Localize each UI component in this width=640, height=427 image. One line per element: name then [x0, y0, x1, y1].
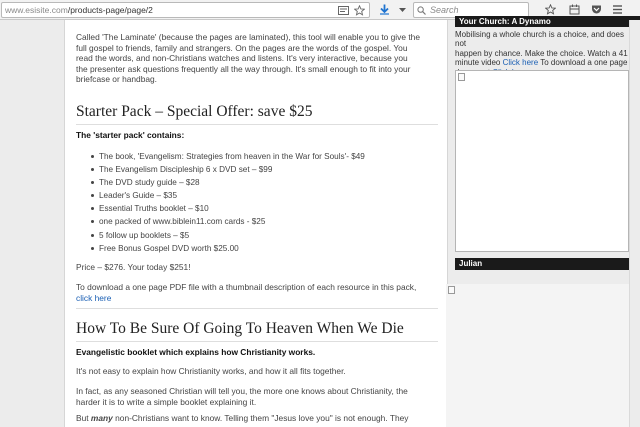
video-click-here-link[interactable]: Click here	[503, 58, 539, 67]
url-path: /products-page/page/2	[67, 5, 153, 15]
download-text: To download a one page PDF file with a t…	[76, 282, 417, 292]
list-item: Free Bonus Gospel DVD worth $25.00	[91, 242, 365, 255]
list-item: Essential Truths booklet – $10	[91, 202, 365, 215]
search-placeholder: Search	[430, 5, 459, 15]
download-paragraph: To download a one page PDF file with a t…	[76, 282, 416, 303]
heaven-heading: How To Be Sure Of Going To Heaven When W…	[76, 320, 404, 337]
menu-icon[interactable]	[612, 4, 623, 15]
heaven-paragraph-1: It's not easy to explain how Christianit…	[76, 366, 346, 376]
pocket-icon[interactable]	[591, 4, 602, 15]
video-thumbnail[interactable]	[455, 70, 629, 252]
heaven-paragraph-2: In fact, as any seasoned Christian will …	[76, 386, 408, 407]
intro-line: read the words, and non-Christians watch…	[76, 53, 408, 64]
sidebar-line: happen by chance. Make the choice. Watch…	[455, 48, 628, 58]
broken-image-icon	[448, 286, 455, 294]
paragraph-text: But	[76, 413, 91, 423]
julian-image	[446, 284, 629, 427]
intro-line: briefcase or handbag.	[76, 74, 158, 85]
page-scrollbar[interactable]	[629, 20, 640, 427]
heaven-subheading: Evangelistic booklet which explains how …	[76, 347, 316, 357]
sidebar: Your Church: A Dynamo Mobilising a whole…	[446, 16, 640, 427]
emphasis-text: many	[90, 413, 113, 423]
main-content: Called 'The Laminate' (because the pages…	[64, 20, 448, 427]
heaven-paragraph-3: But many non-Christians want to know. Te…	[76, 413, 408, 424]
address-bar[interactable]: www.esisite.com/products-page/page/2	[1, 2, 370, 18]
starter-pack-subheading: The 'starter pack' contains:	[76, 130, 185, 140]
heading-divider	[76, 341, 438, 342]
download-icon[interactable]	[379, 4, 390, 15]
list-item: one packed of www.biblein11.com cards - …	[91, 215, 365, 228]
heading-divider	[76, 124, 438, 125]
paragraph-text: non-Christians want to know. Telling the…	[112, 413, 409, 423]
widget-title-dynamo: Your Church: A Dynamo	[455, 16, 640, 27]
library-icon[interactable]	[569, 4, 580, 15]
intro-line: Called 'The Laminate' (because the pages…	[76, 32, 420, 42]
intro-line: full gospel to friends, family and stran…	[76, 42, 408, 53]
starter-pack-list: The book, 'Evangelism: Strategies from h…	[91, 150, 365, 255]
section-divider	[76, 308, 438, 309]
broken-image-icon	[458, 73, 465, 81]
search-icon	[417, 6, 426, 15]
paragraph-line: In fact, as any seasoned Christian will …	[76, 386, 408, 396]
intro-line: the presenter ask questions frequently a…	[76, 63, 411, 74]
reader-view-icon[interactable]	[338, 5, 349, 16]
sidebar-text: To download a one page	[538, 58, 628, 68]
paragraph-line: harder it is to write a simple booklet e…	[76, 396, 257, 407]
list-item: The book, 'Evangelism: Strategies from h…	[91, 150, 365, 163]
bookmark-icon[interactable]	[545, 4, 556, 15]
url-text: www.esisite.com/products-page/page/2	[5, 5, 153, 15]
url-host: www.esisite.com	[5, 5, 68, 15]
click-here-link[interactable]: click here	[76, 293, 111, 303]
starter-pack-heading: Starter Pack – Special Offer: save $25	[76, 103, 313, 120]
list-item: 5 follow up booklets – $5	[91, 229, 365, 242]
bookmark-star-icon[interactable]	[354, 5, 365, 16]
list-item: The DVD study guide – $28	[91, 176, 365, 189]
sidebar-line: Mobilising a whole church is a choice, a…	[455, 30, 624, 49]
widget-title-julian: Julian	[455, 258, 640, 270]
list-item: Leader's Guide – $35	[91, 189, 365, 202]
price-line: Price – $276. Your today $251!	[76, 262, 191, 272]
sidebar-text: minute video	[455, 58, 503, 68]
intro-paragraph: Called 'The Laminate' (because the pages…	[76, 32, 420, 85]
chevron-down-icon[interactable]	[397, 4, 408, 15]
list-item: The Evangelism Discipleship 6 x DVD set …	[91, 163, 365, 176]
